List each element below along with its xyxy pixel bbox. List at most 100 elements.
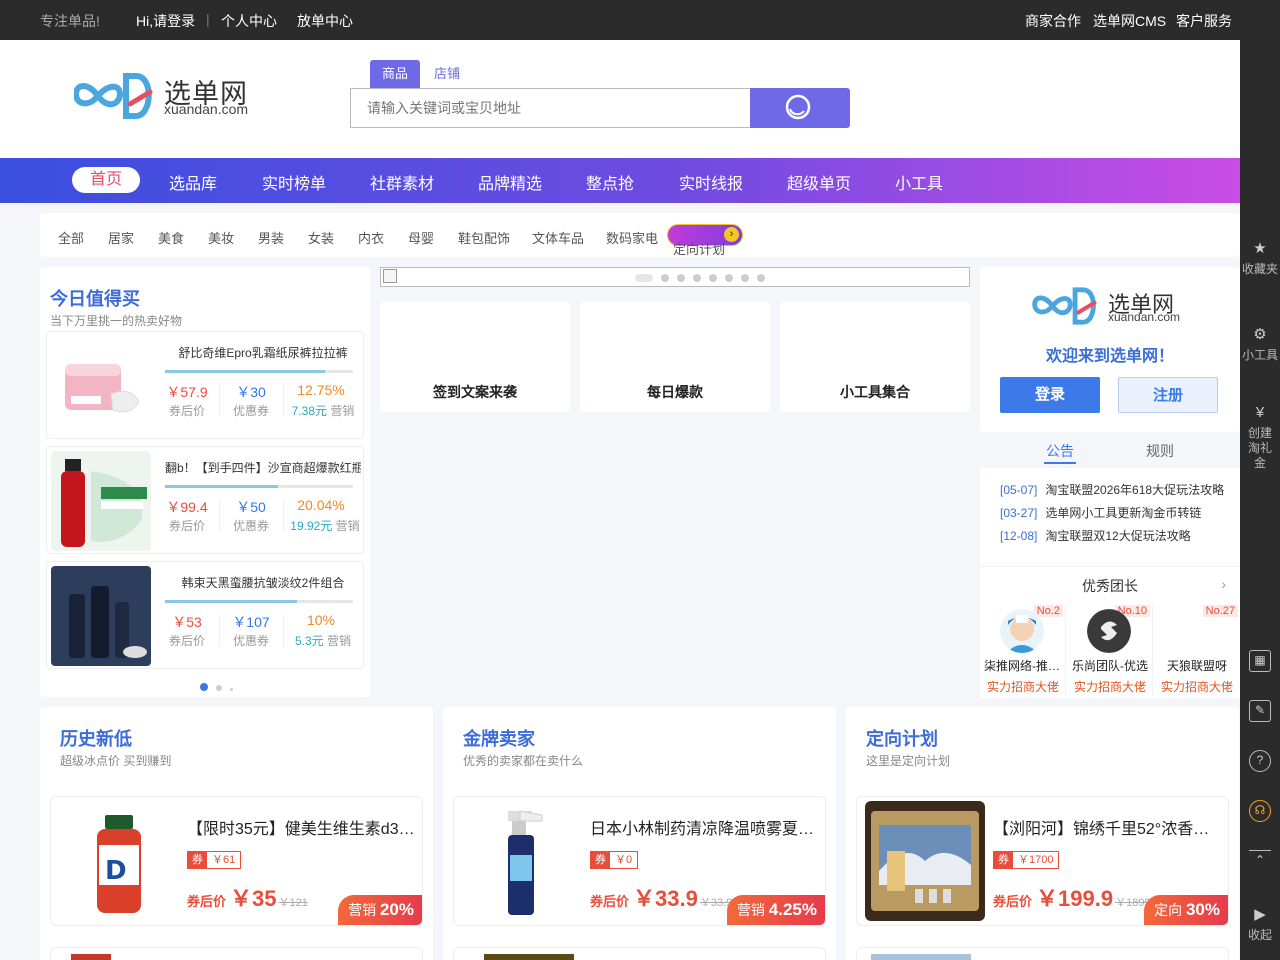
- product-image: D: [59, 801, 179, 921]
- star-icon: ★: [1253, 240, 1267, 257]
- category-baby[interactable]: 母婴: [408, 228, 434, 247]
- user-center-link[interactable]: 个人中心: [221, 11, 277, 31]
- search-button[interactable]: [750, 88, 850, 128]
- product-card[interactable]: 舒比奇维Epro乳霜纸尿裤拉拉裤 ￥57.9 券后价 ￥30 优惠券 12.75…: [46, 331, 364, 439]
- product-image: [871, 954, 971, 960]
- carousel-dot[interactable]: [216, 685, 222, 691]
- sidebar-tools[interactable]: ⚙ 小工具: [1240, 326, 1280, 363]
- coupon-label: 券: [591, 852, 610, 868]
- banner-image[interactable]: [380, 267, 970, 287]
- coupon-value: ￥61: [212, 854, 236, 866]
- tile-tools-collection[interactable]: 小工具集合: [780, 302, 970, 412]
- notice-item[interactable]: [05-07] 淘宝联盟2026年618大促玩法攻略: [1000, 481, 1224, 498]
- edit-icon[interactable]: ✎: [1249, 700, 1271, 722]
- deal-card[interactable]: 日本小林制药清凉降温喷雾夏季防暑 券 ￥0 券后价￥33.9￥33.9 营销 4.…: [453, 796, 826, 926]
- product-name: 翻b！【到手四件】沙宣商超爆款红瓶: [165, 461, 361, 475]
- category-shoes-bags[interactable]: 鞋包配饰: [458, 228, 510, 247]
- category-all[interactable]: 全部: [58, 228, 84, 247]
- banner-dot[interactable]: [741, 274, 749, 282]
- nav-rankings[interactable]: 实时榜单: [262, 170, 326, 194]
- banner-dot[interactable]: [635, 274, 653, 282]
- notice-text: 选单网小工具更新淘金币转链: [1045, 506, 1202, 520]
- team-member[interactable]: No.10 乐尚团队-优选 实力招商大佬: [1067, 603, 1153, 699]
- category-digital[interactable]: 数码家电: [606, 228, 658, 247]
- login-button[interactable]: 登录: [1000, 377, 1100, 413]
- category-underwear[interactable]: 内衣: [358, 228, 384, 247]
- banner-dot[interactable]: [693, 274, 701, 282]
- sidebar-gift[interactable]: ¥ 创建淘礼金: [1240, 404, 1280, 471]
- product-sales-label: 营销: [330, 404, 355, 418]
- team-member[interactable]: No.2 柒推网络-推手联盟 实力招商大佬: [980, 603, 1066, 699]
- back-to-top-icon[interactable]: ⌃: [1249, 850, 1271, 872]
- nav-community[interactable]: 社群素材: [370, 170, 434, 194]
- notice-item[interactable]: [03-27] 选单网小工具更新淘金币转链: [1000, 504, 1201, 521]
- headset-icon[interactable]: ☊: [1249, 800, 1271, 822]
- help-icon[interactable]: ?: [1249, 750, 1271, 772]
- nav-live-news[interactable]: 实时线报: [679, 170, 743, 194]
- deal-card[interactable]: [453, 947, 826, 960]
- deal-name: 日本小林制药清凉降温喷雾夏季防暑: [590, 821, 818, 838]
- carousel-dot[interactable]: [230, 688, 233, 691]
- category-food[interactable]: 美食: [158, 228, 184, 247]
- targeted-plan-badge[interactable]: 定向计划 ›: [667, 224, 743, 257]
- tab-notice[interactable]: 公告: [1046, 441, 1074, 461]
- logo-domain: xuandan.com: [164, 101, 249, 117]
- deal-card[interactable]: 【浏阳河】锦绣千里52°浓香型白酒 券 ￥1700 券后价 ￥199.9 ￥1899.…: [856, 796, 1229, 926]
- qrcode-icon[interactable]: ▦: [1249, 650, 1271, 672]
- section-targeted-plan: 定向计划 这里是定向计划 【浏阳河】锦绣千里52°浓香型白酒 券 ￥1700 券后…: [846, 707, 1239, 960]
- product-card[interactable]: 韩束天黑蛮腰抗皱淡纹2件组合 ￥53 券后价 ￥107 优惠券 10% 5.3元…: [46, 561, 364, 669]
- banner-dot[interactable]: [661, 274, 669, 282]
- category-bar: 全部 居家 美食 美妆 男装 女装 内衣 母婴 鞋包配饰 文体车品 数码家电 定…: [40, 213, 1240, 257]
- category-menswear[interactable]: 男装: [258, 228, 284, 247]
- carousel-dot[interactable]: [200, 683, 208, 691]
- category-womenswear[interactable]: 女装: [308, 228, 334, 247]
- deal-card[interactable]: [856, 947, 1229, 960]
- sidebar-collapse[interactable]: ▶ 收起: [1240, 906, 1280, 943]
- tab-rules[interactable]: 规则: [1146, 441, 1174, 461]
- chevron-right-icon[interactable]: ›: [1221, 576, 1226, 592]
- avatar: [1000, 609, 1044, 653]
- search-input[interactable]: [350, 88, 752, 128]
- banner-dot[interactable]: [709, 274, 717, 282]
- search-tab-shop[interactable]: 店铺: [422, 60, 472, 88]
- product-image: [865, 801, 985, 921]
- logo-icon[interactable]: [74, 70, 158, 122]
- tile-daily-hot[interactable]: 每日爆款: [580, 302, 770, 412]
- merchant-link[interactable]: 商家合作: [1025, 11, 1081, 31]
- sidebar-favorites[interactable]: ★ 收藏夹: [1240, 240, 1280, 277]
- deal-card[interactable]: [50, 947, 423, 960]
- sales-progress: [165, 485, 353, 488]
- cms-link[interactable]: 选单网CMS: [1093, 11, 1166, 31]
- nav-super-page[interactable]: 超级单页: [787, 170, 851, 194]
- banner-dot[interactable]: [757, 274, 765, 282]
- tile-checkin-copy[interactable]: 签到文案来袭: [380, 302, 570, 412]
- banner-dot[interactable]: [677, 274, 685, 282]
- product-card[interactable]: 翻b！【到手四件】沙宣商超爆款红瓶 ￥99.4 券后价 ￥50 优惠券 20.0…: [46, 446, 364, 554]
- section-subtitle: 这里是定向计划: [866, 754, 951, 768]
- notice-item[interactable]: [12-08] 淘宝联盟双12大促玩法攻略: [1000, 527, 1191, 544]
- banner-dot[interactable]: [725, 274, 733, 282]
- price-label: 券后价: [187, 894, 227, 909]
- login-link[interactable]: Hi,请登录: [136, 11, 195, 31]
- nav-library[interactable]: 选品库: [169, 170, 217, 194]
- nav-brands[interactable]: 品牌精选: [478, 170, 542, 194]
- register-button[interactable]: 注册: [1118, 377, 1218, 413]
- category-sports-car[interactable]: 文体车品: [532, 228, 584, 247]
- nav-home[interactable]: 首页: [72, 167, 140, 193]
- product-coupon-label: 优惠券: [232, 404, 269, 418]
- badge-value: 30%: [1185, 900, 1220, 919]
- yen-icon: ¥: [1255, 404, 1265, 421]
- nav-tools[interactable]: 小工具: [895, 170, 943, 194]
- top-separator: |: [206, 11, 210, 27]
- nav-flash[interactable]: 整点抢: [586, 170, 634, 194]
- product-image: [484, 954, 574, 960]
- divider: [219, 384, 220, 416]
- category-home[interactable]: 居家: [108, 228, 134, 247]
- category-beauty[interactable]: 美妆: [208, 228, 234, 247]
- product-name: 韩束天黑蛮腰抗皱淡纹2件组合: [181, 576, 345, 590]
- team-member[interactable]: No.27 天狼联盟呀 实力招商大佬: [1154, 603, 1240, 699]
- service-link[interactable]: 客户服务: [1176, 11, 1232, 31]
- release-center-link[interactable]: 放单中心: [297, 11, 353, 31]
- search-tab-goods[interactable]: 商品: [370, 60, 421, 88]
- deal-card[interactable]: D 【限时35元】健美生维生素d3软胶囊 券 ￥61 券后价￥35￥121 营销 …: [50, 796, 423, 926]
